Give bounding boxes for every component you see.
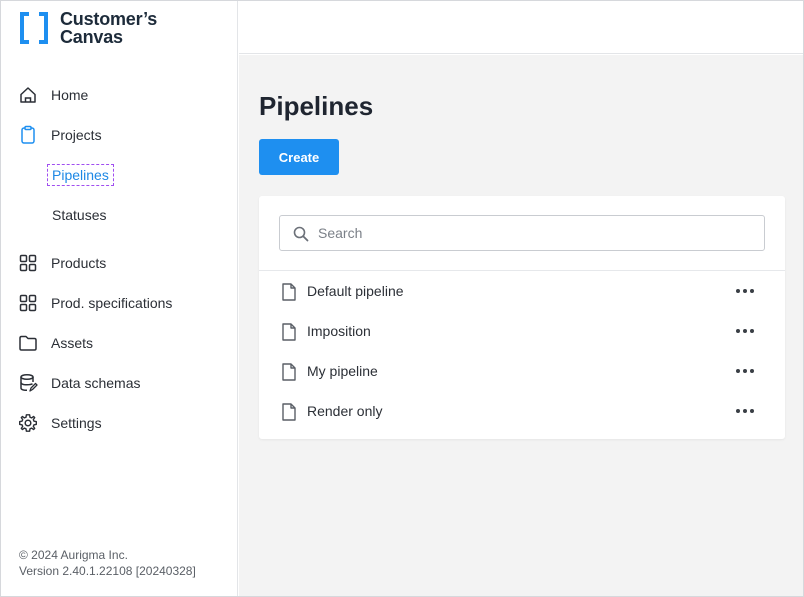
- file-icon: [281, 403, 297, 421]
- brand-name-line2: Canvas: [60, 27, 123, 47]
- sidebar-item-settings[interactable]: Settings: [1, 407, 238, 439]
- clipboard-icon: [18, 125, 38, 145]
- brand-name-line1: Customer’s: [60, 9, 158, 29]
- database-edit-icon: [18, 373, 38, 393]
- list-item[interactable]: My pipeline: [259, 351, 785, 391]
- sidebar-item-prod-specifications[interactable]: Prod. specifications: [1, 287, 238, 319]
- sidebar-item-statuses[interactable]: Statuses: [1, 199, 238, 231]
- search-input[interactable]: [318, 216, 758, 250]
- sidebar-item-label: Products: [51, 255, 107, 271]
- more-options-icon[interactable]: [733, 361, 757, 381]
- grid-icon: [18, 253, 38, 273]
- sidebar-item-label: Statuses: [52, 207, 107, 223]
- pipeline-name: Render only: [307, 403, 383, 419]
- main-content: Pipelines Create Default pipeline Imposi…: [239, 55, 803, 596]
- sidebar-item-data-schemas[interactable]: Data schemas: [1, 367, 238, 399]
- page-title: Pipelines: [259, 91, 374, 121]
- sidebar: Customer’s Canvas Home Projects Pipeline…: [1, 1, 238, 596]
- sidebar-item-projects[interactable]: Projects: [1, 119, 238, 151]
- create-button[interactable]: Create: [259, 139, 339, 175]
- more-options-icon[interactable]: [733, 401, 757, 421]
- version-text: Version 2.40.1.22108 [20240328]: [19, 564, 196, 578]
- copyright-text: © 2024 Aurigma Inc.: [19, 548, 128, 562]
- list-item[interactable]: Imposition: [259, 311, 785, 351]
- grid-icon: [18, 293, 38, 313]
- file-icon: [281, 283, 297, 301]
- brand-name: Customer’s Canvas: [60, 10, 157, 46]
- list-item[interactable]: Render only: [259, 391, 785, 431]
- brand-logo[interactable]: Customer’s Canvas: [19, 10, 157, 46]
- logo-bracket-icon: [19, 12, 49, 44]
- home-icon: [18, 85, 38, 105]
- sidebar-item-label: Prod. specifications: [51, 295, 173, 311]
- list-item[interactable]: Default pipeline: [259, 271, 785, 311]
- more-options-icon[interactable]: [733, 281, 757, 301]
- sidebar-item-label: Assets: [51, 335, 94, 351]
- sidebar-footer: © 2024 Aurigma Inc. Version 2.40.1.22108…: [19, 547, 196, 579]
- sidebar-item-products[interactable]: Products: [1, 247, 238, 279]
- pipeline-name: Imposition: [307, 323, 371, 339]
- pipeline-name: Default pipeline: [307, 283, 404, 299]
- sidebar-item-label: Settings: [51, 415, 102, 431]
- more-options-icon[interactable]: [733, 321, 757, 341]
- sidebar-item-label: Projects: [51, 127, 102, 143]
- file-icon: [281, 323, 297, 341]
- gear-icon: [18, 413, 38, 433]
- search-box[interactable]: [279, 215, 765, 251]
- pipelines-card: Default pipeline Imposition My pipeline …: [259, 196, 785, 439]
- search-icon: [292, 225, 310, 243]
- sidebar-item-label: Home: [51, 87, 89, 103]
- sidebar-item-assets[interactable]: Assets: [1, 327, 238, 359]
- file-icon: [281, 363, 297, 381]
- pipeline-name: My pipeline: [307, 363, 378, 379]
- sidebar-item-label: Pipelines: [47, 164, 114, 186]
- top-bar: [239, 1, 803, 54]
- sidebar-item-home[interactable]: Home: [1, 79, 238, 111]
- folder-icon: [18, 333, 38, 353]
- sidebar-item-label: Data schemas: [51, 375, 141, 391]
- sidebar-item-pipelines[interactable]: Pipelines: [1, 159, 238, 191]
